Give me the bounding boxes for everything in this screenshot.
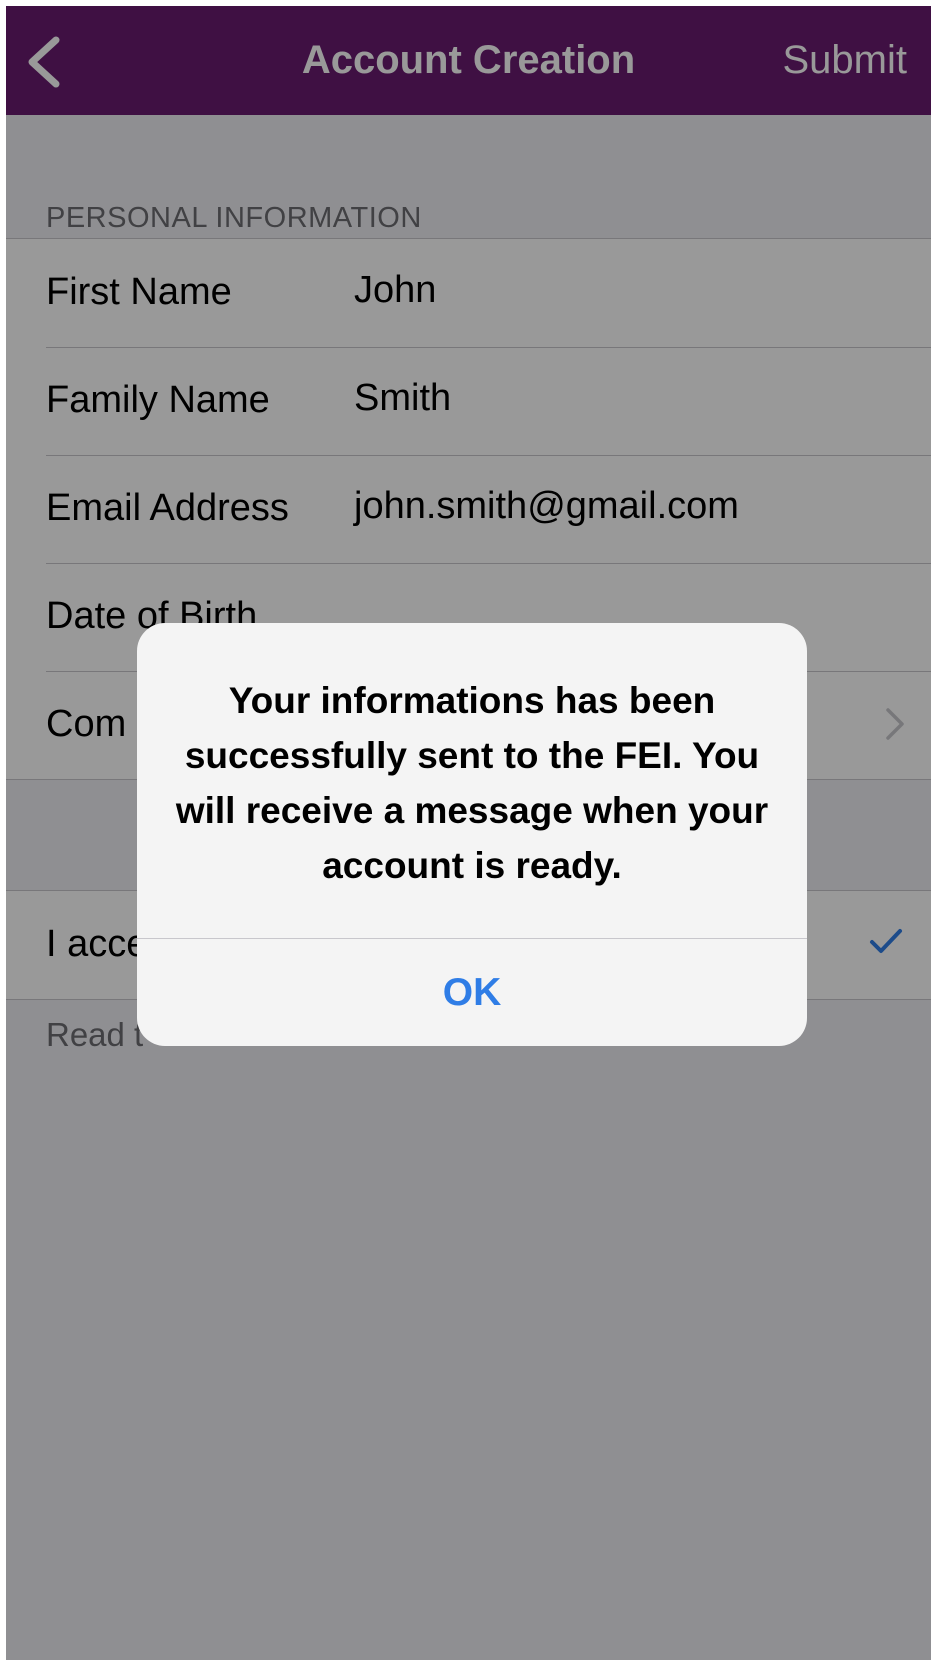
- app-screen: Account Creation Submit PERSONAL INFORMA…: [6, 6, 931, 1660]
- ok-button[interactable]: OK: [137, 939, 807, 1046]
- alert-message: Your informations has been successfully …: [175, 680, 769, 886]
- alert-dialog: Your informations has been successfully …: [137, 623, 807, 1046]
